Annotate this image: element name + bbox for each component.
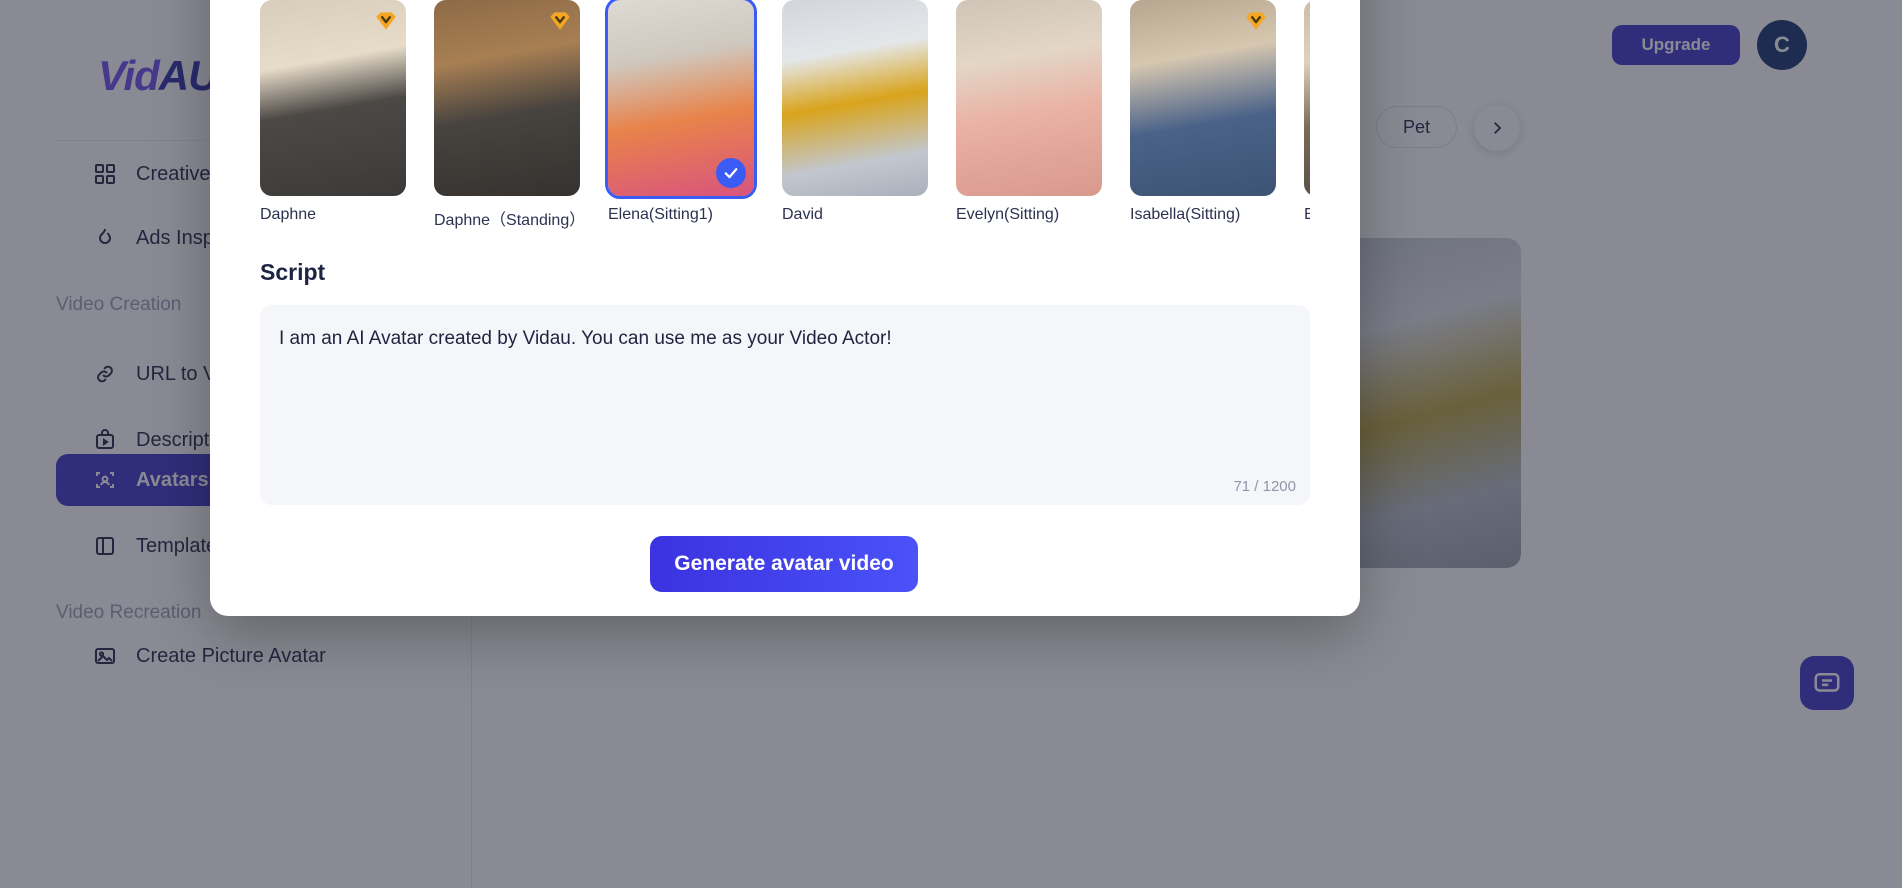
avatar-carousel[interactable]: Daphne Daphne（Standing） Elena(Sitting1) — [260, 0, 1310, 240]
avatar-thumbnail — [782, 0, 928, 196]
avatar-thumbnail — [1130, 0, 1276, 196]
avatar-option-emma[interactable]: Emma — [1304, 0, 1310, 240]
avatar-name: David — [782, 206, 823, 223]
crown-glyph — [550, 12, 570, 30]
script-section-title: Script — [260, 259, 326, 285]
script-textarea[interactable]: I am an AI Avatar created by Vidau. You … — [260, 305, 1310, 505]
avatar-option-daphne-standing[interactable]: Daphne（Standing） — [434, 0, 586, 240]
avatar-thumbnail — [956, 0, 1102, 196]
crown-glyph — [376, 12, 396, 30]
avatar-option-david[interactable]: David — [782, 0, 928, 240]
avatar-name: Daphne（Standing） — [434, 212, 586, 229]
script-text-value: I am an AI Avatar created by Vidau. You … — [279, 328, 892, 349]
avatar-name: Daphne — [260, 206, 317, 223]
check-glyph — [724, 168, 738, 179]
avatar-name: Isabella(Sitting) — [1130, 206, 1241, 223]
avatar-option-daphne[interactable]: Daphne — [260, 0, 406, 240]
premium-crown-icon — [1243, 7, 1269, 33]
script-character-counter: 71 / 1200 — [1233, 478, 1296, 495]
premium-crown-icon — [547, 7, 573, 33]
avatar-thumbnail — [605, 0, 757, 199]
avatar-option-evelyn-sitting[interactable]: Evelyn(Sitting) — [956, 0, 1102, 240]
avatar-selection-modal: Daphne Daphne（Standing） Elena(Sitting1) — [210, 0, 1360, 616]
app-root: VidAU Creative Center Ads Inspiration Vi… — [0, 0, 1902, 888]
avatar-name: Emma — [1304, 206, 1310, 223]
avatar-option-isabella-sitting[interactable]: Isabella(Sitting) — [1130, 0, 1276, 240]
avatar-option-elena-sitting1[interactable]: Elena(Sitting1) — [605, 0, 757, 240]
crown-glyph — [1246, 12, 1266, 30]
avatar-thumbnail — [434, 0, 580, 196]
avatar-name: Elena(Sitting1) — [608, 206, 713, 223]
avatar-name: Evelyn(Sitting) — [956, 206, 1060, 223]
avatar-thumbnail — [260, 0, 406, 196]
premium-crown-icon — [373, 7, 399, 33]
avatar-thumbnail — [1304, 0, 1310, 196]
generate-avatar-video-button[interactable]: Generate avatar video — [650, 536, 918, 592]
selected-check-icon — [716, 158, 746, 188]
